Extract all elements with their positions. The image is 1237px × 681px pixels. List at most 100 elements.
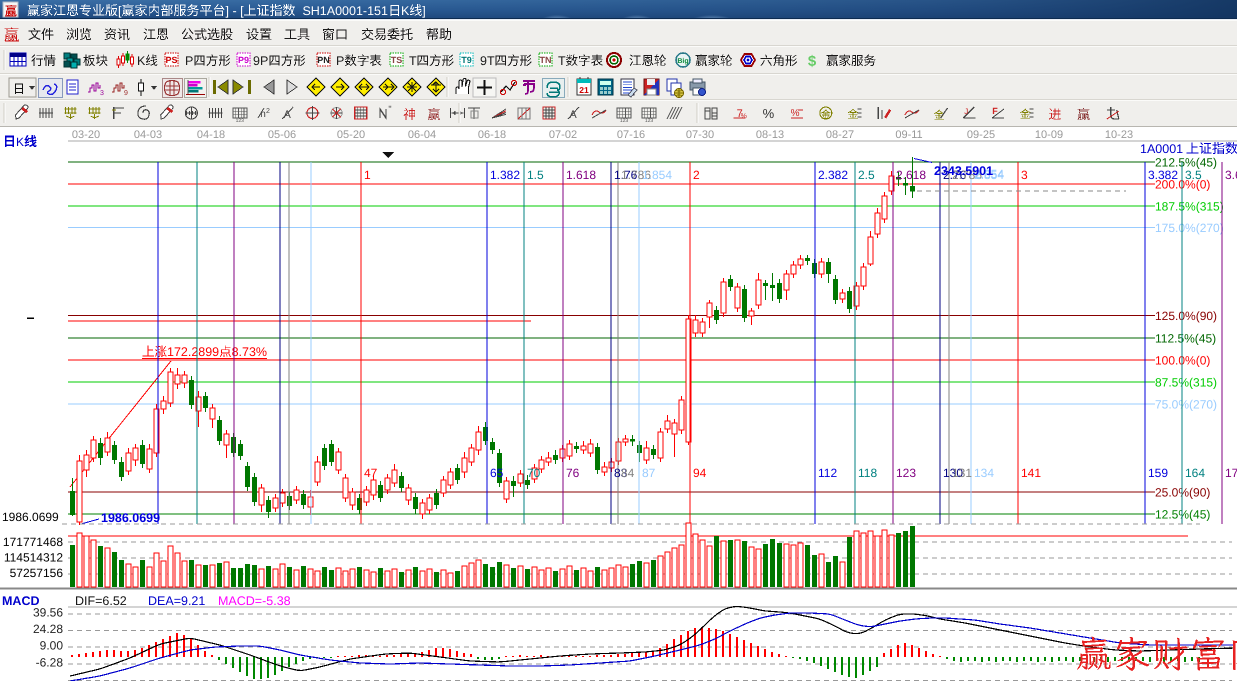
svg-text:123: 123 (236, 118, 245, 124)
svg-text:PN: PN (317, 55, 330, 65)
svg-text:47: 47 (364, 466, 378, 480)
svg-text:75.0%(270): 75.0%(270) (1155, 398, 1217, 412)
svg-text:K: K (401, 4, 410, 18)
svg-text:2: 2 (693, 168, 700, 182)
svg-text:2: 2 (266, 108, 270, 115)
svg-text:3: 3 (100, 90, 104, 97)
svg-text:2343.5901: 2343.5901 (934, 164, 993, 178)
svg-text:2.5: 2.5 (858, 168, 875, 182)
svg-text:07-16: 07-16 (617, 129, 645, 141)
svg-text:9.00: 9.00 (40, 639, 64, 653)
svg-text:3.382: 3.382 (1148, 168, 1178, 182)
svg-text:10-23: 10-23 (1105, 129, 1133, 141)
svg-text:K: K (137, 54, 146, 68)
svg-text:87.5%(315): 87.5%(315) (1155, 376, 1217, 390)
svg-text:100.0%(0): 100.0%(0) (1155, 354, 1210, 368)
svg-text:1986.0699: 1986.0699 (2, 510, 59, 524)
svg-text:04-03: 04-03 (134, 129, 162, 141)
svg-text:24.28: 24.28 (33, 622, 63, 636)
svg-text:170: 170 (1225, 466, 1237, 480)
svg-text:T: T (558, 54, 566, 68)
svg-text:05-20: 05-20 (337, 129, 365, 141)
svg-text:9: 9 (124, 90, 128, 97)
svg-text:10-09: 10-09 (1035, 129, 1063, 141)
svg-text:114514312: 114514312 (4, 551, 64, 565)
svg-text:1.382: 1.382 (490, 168, 520, 182)
svg-text:1A0001: 1A0001 (1140, 142, 1183, 156)
svg-text:07-02: 07-02 (549, 129, 577, 141)
svg-text:%: % (763, 106, 775, 121)
svg-text:] - [: ] - [ (226, 4, 245, 18)
svg-text:159: 159 (1148, 466, 1168, 480)
svg-text:118: 118 (858, 466, 877, 480)
svg-text:1986.0699: 1986.0699 (101, 511, 160, 525)
svg-text:T: T (409, 54, 417, 68)
svg-text:SH1A0001-151: SH1A0001-151 (296, 4, 388, 18)
svg-text:n: n (260, 109, 266, 120)
svg-text:08-27: 08-27 (826, 129, 854, 141)
svg-text:131: 131 (952, 466, 972, 480)
svg-text:76: 76 (566, 466, 580, 480)
svg-text:87: 87 (642, 466, 656, 480)
svg-text:141: 141 (1021, 466, 1041, 480)
svg-text:DIF=6.52: DIF=6.52 (75, 594, 127, 608)
svg-text:57257156: 57257156 (10, 566, 64, 580)
svg-text:9P: 9P (253, 54, 268, 68)
svg-text:P: P (185, 54, 193, 68)
svg-text:Big: Big (677, 57, 688, 65)
svg-text:94: 94 (693, 466, 707, 480)
svg-text:65: 65 (490, 466, 504, 480)
svg-text:PS: PS (165, 55, 177, 65)
svg-text:3.5: 3.5 (1185, 168, 1202, 182)
svg-text:09-11: 09-11 (895, 129, 922, 141)
svg-text:P: P (336, 54, 344, 68)
svg-text:187.5%(315): 187.5%(315) (1155, 200, 1224, 214)
svg-text:J: J (964, 107, 968, 116)
svg-text:08-13: 08-13 (756, 129, 784, 141)
svg-text:171771468: 171771468 (3, 535, 63, 549)
svg-text:25.0%(90): 25.0%(90) (1155, 486, 1210, 500)
svg-text:112: 112 (818, 466, 837, 480)
svg-text:1: 1 (364, 168, 371, 182)
svg-text:164: 164 (1185, 466, 1205, 480)
svg-text:%: % (741, 113, 747, 120)
svg-text:06-04: 06-04 (408, 129, 436, 141)
svg-text:07-30: 07-30 (686, 129, 714, 141)
svg-text:04-18: 04-18 (197, 129, 225, 141)
svg-text:21: 21 (579, 85, 589, 95)
svg-text:DEA=9.21: DEA=9.21 (148, 594, 205, 608)
svg-text:1.5: 1.5 (527, 168, 544, 182)
svg-text:134: 134 (974, 466, 994, 480)
svg-text:06-18: 06-18 (478, 129, 506, 141)
svg-text:K: K (16, 135, 24, 149)
svg-text:TN: TN (540, 55, 552, 65)
svg-text:125.0%(90): 125.0%(90) (1155, 309, 1217, 323)
svg-text:09-25: 09-25 (967, 129, 995, 141)
svg-text:12.5%(45): 12.5%(45) (1155, 508, 1210, 522)
svg-text:TS: TS (391, 55, 403, 65)
svg-text:84: 84 (621, 466, 635, 480)
svg-text:123: 123 (645, 118, 654, 124)
svg-text:P9: P9 (238, 55, 249, 65)
svg-text:1.618: 1.618 (566, 168, 596, 182)
svg-text:112.5%(45): 112.5%(45) (1155, 332, 1216, 346)
svg-text:1.854: 1.854 (642, 168, 672, 182)
svg-text:-6.28: -6.28 (36, 656, 64, 670)
svg-text:3: 3 (1021, 168, 1028, 182)
svg-text:03-20: 03-20 (72, 129, 100, 141)
svg-text:123: 123 (896, 466, 916, 480)
svg-text:T9: T9 (461, 55, 472, 65)
svg-text:": " (388, 104, 391, 114)
svg-text:70: 70 (527, 466, 541, 480)
svg-text:]: ] (422, 4, 425, 18)
svg-text:172.2899: 172.2899 (167, 345, 219, 359)
svg-text:MACD=-5.38: MACD=-5.38 (218, 594, 291, 608)
svg-text:8.73%: 8.73% (232, 345, 267, 359)
svg-text:$: $ (808, 53, 817, 70)
svg-text:39.56: 39.56 (33, 606, 63, 620)
svg-text:2.382: 2.382 (818, 168, 848, 182)
svg-text:05-06: 05-06 (268, 129, 296, 141)
svg-text:3.618: 3.618 (1225, 168, 1237, 182)
svg-text:175.0%(270): 175.0%(270) (1155, 221, 1224, 235)
svg-text:2.618: 2.618 (896, 168, 926, 182)
